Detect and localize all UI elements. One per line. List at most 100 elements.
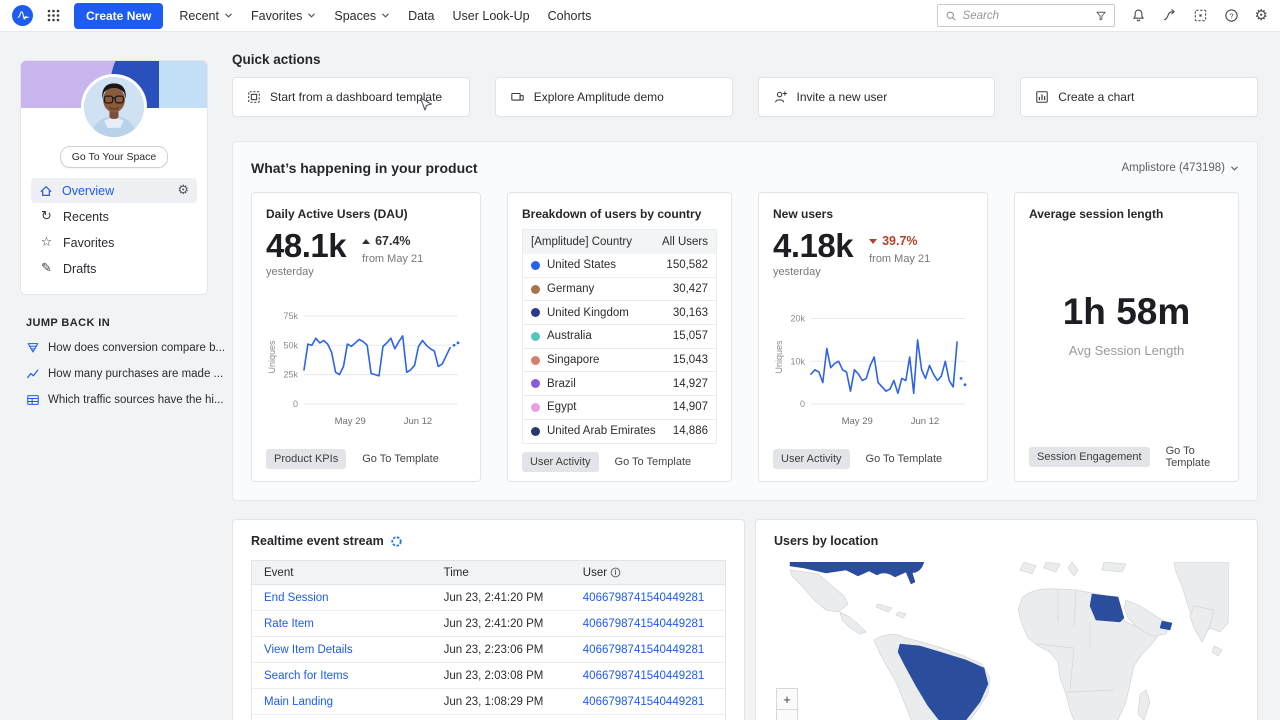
map-madagascar [1138,690,1150,720]
country-table: [Amplitude] Country All Users United Sta… [522,229,717,444]
series-dot [531,403,540,412]
menu-favorites[interactable]: Favorites [249,5,318,27]
world-map[interactable]: + − [774,562,1239,720]
country-row[interactable]: Australia15,057 [523,325,716,349]
country-row[interactable]: United Kingdom30,163 [523,301,716,325]
pencil-icon: ✎ [39,261,54,276]
create-new-button[interactable]: Create New [74,3,163,29]
new-users-tag[interactable]: User Activity [773,449,850,469]
session-tag[interactable]: Session Engagement [1029,447,1150,467]
sidebar-item-overview[interactable]: Overview ⚙ [31,178,197,203]
sidebar-item-drafts[interactable]: ✎ Drafts [31,256,197,281]
user-id-link[interactable]: 4066798741540449281 [583,696,713,708]
settings-gear-icon[interactable]: ⚙ [1255,8,1268,23]
svg-text:?: ? [1229,11,1233,20]
new-users-go-to-template-link[interactable]: Go To Template [866,453,943,465]
session-go-to-template-link[interactable]: Go To Template [1166,445,1224,469]
all-users-col-header: All Users [662,236,708,248]
map-zoom-out-button[interactable]: − [776,710,798,720]
event-row: Rate ItemJun 23, 2:41:20 PM4066798741540… [252,611,725,637]
jump-item-conversion[interactable]: How does conversion compare b... [26,341,208,355]
search-box[interactable] [937,4,1115,27]
triangle-down-icon [869,239,877,244]
new-users-compare-label: from May 21 [869,253,930,265]
jump-item-traffic[interactable]: Which traffic sources have the hi... [26,393,208,407]
country-breakdown-card: Breakdown of users by country [Amplitude… [507,192,732,482]
event-link[interactable]: Main Landing [264,696,444,708]
notifications-bell-icon[interactable] [1131,8,1146,23]
event-stream-title: Realtime event stream [251,534,384,548]
event-link[interactable]: View Item Details [264,644,444,656]
map-central-america [840,612,866,634]
journeys-icon[interactable] [1162,8,1177,23]
go-to-your-space-button[interactable]: Go To Your Space [60,146,168,168]
series-dot [531,261,540,270]
menu-spaces[interactable]: Spaces [332,5,392,27]
sidebar-nav: Overview ⚙ ↻ Recents ☆ Favorites ✎ Draft… [21,168,207,294]
menu-data[interactable]: Data [406,5,436,27]
search-icon [945,10,957,22]
dau-go-to-template-link[interactable]: Go To Template [362,453,439,465]
menu-user-lookup[interactable]: User Look-Up [451,5,532,27]
jump-back-in-title: JUMP BACK IN [26,317,208,329]
dashboard-template-icon [247,90,261,104]
country-row[interactable]: Singapore15,043 [523,349,716,373]
apps-grid-icon[interactable] [47,9,60,22]
series-dot [531,356,540,365]
qa-invite-user[interactable]: Invite a new user [758,77,996,117]
search-input[interactable] [963,10,1089,22]
session-length-value: 1h 58m [1063,291,1191,333]
country-row[interactable]: United States150,582 [523,254,716,278]
menu-cohorts[interactable]: Cohorts [546,5,594,27]
map-hispaniola [896,612,906,618]
templates-icon[interactable] [1193,8,1208,23]
map-turkey [1102,562,1126,572]
project-selector[interactable]: Amplistore (473198) [1121,162,1239,174]
live-indicator-icon [391,536,402,547]
user-id-link[interactable]: 4066798741540449281 [583,670,713,682]
user-avatar[interactable] [81,74,147,140]
top-navigation: Create New Recent Favorites Spaces Data … [0,0,1280,32]
country-row[interactable]: Brazil14,927 [523,372,716,396]
qa-start-from-template[interactable]: Start from a dashboard template [232,77,470,117]
panel-title: What’s happening in your product [251,160,478,176]
dau-card-title: Daily Active Users (DAU) [266,207,466,221]
country-tag[interactable]: User Activity [522,452,599,472]
user-id-link[interactable]: 4066798741540449281 [583,644,713,656]
svg-text:20k: 20k [790,314,805,324]
dau-tag[interactable]: Product KPIs [266,449,346,469]
sidebar-item-favorites[interactable]: ☆ Favorites [31,230,197,255]
country-row[interactable]: Germany30,427 [523,278,716,302]
map-cuba [876,604,892,612]
info-icon[interactable] [610,567,621,578]
qa-create-chart[interactable]: Create a chart [1020,77,1258,117]
star-icon: ☆ [39,235,54,250]
chevron-down-icon [1230,164,1239,173]
jump-item-purchases[interactable]: How many purchases are made ... [26,367,208,381]
chevron-down-icon [381,11,390,20]
new-users-card-title: New users [773,207,973,221]
qa-explore-demo[interactable]: Explore Amplitude demo [495,77,733,117]
event-link[interactable]: Search for Items [264,670,444,682]
map-europe-west [1020,562,1036,574]
new-users-value: 4.18k [773,229,853,262]
filter-icon[interactable] [1095,10,1107,22]
help-icon[interactable]: ? [1224,8,1239,23]
event-row: View Item DetailsJun 23, 2:23:06 PM40667… [252,637,725,663]
event-link[interactable]: Rate Item [264,618,444,630]
user-id-link[interactable]: 4066798741540449281 [583,592,713,604]
amplitude-logo[interactable] [12,5,33,26]
mouse-cursor [418,97,432,115]
event-link[interactable]: End Session [264,592,444,604]
user-id-link[interactable]: 4066798741540449281 [583,618,713,630]
session-length-sublabel: Avg Session Length [1069,343,1184,358]
country-row[interactable]: United Arab Emirates14,886 [523,420,716,444]
series-dot [531,285,540,294]
country-row[interactable]: Egypt14,907 [523,396,716,420]
menu-recent[interactable]: Recent [177,5,235,27]
sidebar-item-recents[interactable]: ↻ Recents [31,204,197,229]
triangle-up-icon [362,239,370,244]
country-go-to-template-link[interactable]: Go To Template [615,456,692,468]
overview-settings-gear-icon[interactable]: ⚙ [177,184,189,197]
map-zoom-in-button[interactable]: + [776,688,798,710]
